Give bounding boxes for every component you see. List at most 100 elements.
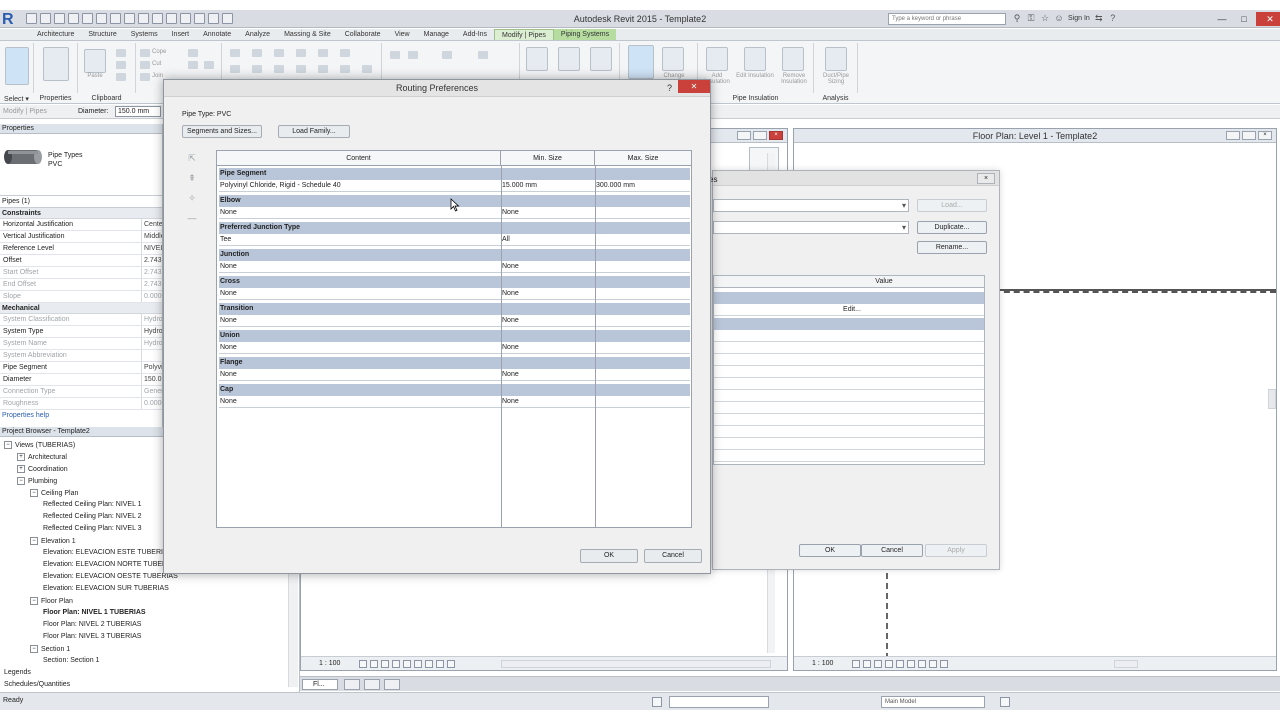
rule-min-size-cell[interactable]: None (501, 315, 595, 326)
temp-hide-icon[interactable] (918, 660, 926, 668)
trim-icon[interactable] (340, 49, 350, 57)
browser-item[interactable]: Reflected Ceiling Plan: NIVEL 3 (43, 525, 142, 532)
rule-content-cell[interactable]: None (219, 261, 501, 272)
rotate-icon[interactable] (274, 65, 284, 73)
rule-row[interactable]: None None (219, 315, 690, 327)
rule-max-size-cell[interactable] (595, 234, 690, 245)
modify-tool-icon[interactable] (5, 47, 29, 85)
sun-path-icon[interactable] (874, 660, 882, 668)
property-value[interactable]: Polyvinyl (142, 362, 162, 373)
model-dropdown[interactable]: Main Model (881, 696, 985, 708)
rule-row[interactable]: None None (219, 288, 690, 300)
property-value[interactable]: 2.743.0 (142, 279, 162, 290)
type-dialog-close-button[interactable]: × (977, 173, 995, 184)
property-value[interactable]: 2.743.0 (142, 255, 162, 266)
browser-item[interactable]: + Coordination (17, 465, 68, 473)
collapse-icon[interactable]: − (30, 597, 38, 605)
shadows-icon[interactable] (392, 660, 400, 668)
browser-item[interactable]: − Section 1 (30, 645, 70, 653)
cut-icon[interactable] (116, 49, 126, 57)
rule-content-cell[interactable]: None (219, 315, 501, 326)
delete-icon[interactable] (362, 65, 372, 73)
property-row[interactable]: Pipe SegmentPolyvinyl (0, 362, 162, 374)
load-button[interactable]: Load... (917, 199, 987, 212)
detail-level-icon[interactable] (359, 660, 367, 668)
type-dropdown[interactable] (713, 221, 909, 234)
add-row-icon[interactable]: ✧ (187, 193, 197, 203)
mirror-pick-icon[interactable] (274, 49, 284, 57)
cope-icon[interactable] (140, 49, 150, 57)
crop-view-icon[interactable] (896, 660, 904, 668)
ribbon-tab[interactable]: Systems (124, 29, 165, 40)
type-ok-button[interactable]: OK (799, 544, 861, 557)
reveal-hidden-icon[interactable] (436, 660, 444, 668)
rule-max-size-cell[interactable]: 300.000 mm (595, 180, 690, 191)
browser-item[interactable]: Section: Section 1 (43, 657, 99, 664)
browser-item[interactable]: Elevation: ELEVACION OESTE TUBERIAS (43, 573, 178, 580)
browser-item[interactable]: Floor Plan: NIVEL 3 TUBERIAS (43, 633, 141, 640)
rule-min-size-cell[interactable]: None (501, 369, 595, 380)
left-view-scale[interactable]: 1 : 100 (319, 660, 340, 667)
rule-row[interactable]: Tee All (219, 234, 690, 246)
copy-element-icon[interactable] (252, 65, 262, 73)
ribbon-tab[interactable]: View (388, 29, 417, 40)
measure-tool-icon[interactable] (408, 51, 418, 59)
offset-icon[interactable] (252, 49, 262, 57)
rule-row[interactable]: None None (219, 342, 690, 354)
rule-max-size-cell[interactable] (595, 396, 690, 407)
edit-insulation-icon[interactable] (744, 47, 766, 71)
property-value[interactable] (142, 350, 162, 361)
property-category[interactable]: Mechanical (0, 303, 162, 314)
browser-item[interactable]: Reflected Ceiling Plan: NIVEL 2 (43, 513, 142, 520)
rule-min-size-cell[interactable]: None (501, 396, 595, 407)
rule-max-size-cell[interactable] (595, 207, 690, 218)
visual-style-icon[interactable] (863, 660, 871, 668)
collapse-icon[interactable]: − (30, 489, 38, 497)
browser-item[interactable]: Legends (4, 669, 31, 676)
property-row[interactable]: Reference LevelNIVEL 1 (0, 243, 162, 255)
match-icon[interactable] (116, 73, 126, 81)
join-icon[interactable] (140, 73, 150, 81)
ribbon-tab[interactable]: Structure (81, 29, 123, 40)
ribbon-tab[interactable]: Analyze (238, 29, 277, 40)
property-row[interactable]: Start Offset2.743.0 (0, 267, 162, 279)
rule-content-cell[interactable]: None (219, 396, 501, 407)
rule-row[interactable]: Polyvinyl Chloride, Rigid - Schedule 40 1… (219, 180, 690, 192)
move-to-top-icon[interactable]: ⇱ (187, 153, 197, 163)
rule-min-size-cell[interactable]: None (501, 207, 595, 218)
ribbon-tab[interactable]: Add-Ins (456, 29, 494, 40)
routing-cancel-button[interactable]: Cancel (644, 549, 702, 563)
cap-icon[interactable] (590, 47, 612, 71)
routing-prefs-edit-cell[interactable]: Edit... (714, 304, 984, 316)
show-crop-icon[interactable] (907, 660, 915, 668)
browser-item[interactable]: + Architectural (17, 453, 67, 461)
left-view-close-button[interactable]: × (769, 131, 783, 140)
ribbon-tab[interactable]: Modify | Pipes (494, 29, 554, 40)
left-view-hscroll[interactable] (501, 660, 771, 668)
view-icon[interactable] (390, 51, 400, 59)
filter-icon[interactable] (1000, 697, 1010, 707)
property-value[interactable]: 0.0000 (142, 398, 162, 409)
key-icon[interactable]: ⚿ (1026, 13, 1036, 23)
split-face-icon[interactable] (204, 61, 214, 69)
worksets-icon[interactable] (652, 697, 662, 707)
connect-into-icon[interactable] (558, 47, 580, 71)
right-view-restore-button[interactable] (1242, 131, 1256, 140)
add-insulation-icon[interactable] (706, 47, 728, 71)
right-view-close-button[interactable]: × (1258, 131, 1272, 140)
duplicate-button[interactable]: Duplicate... (917, 221, 987, 234)
property-value[interactable]: Center (142, 219, 162, 230)
sun-path-icon[interactable] (381, 660, 389, 668)
duct-pipe-sizing-icon[interactable] (825, 47, 847, 71)
help-search-input[interactable]: Type a keyword or phrase (888, 13, 1006, 25)
star-icon[interactable]: ☆ (1040, 13, 1050, 23)
view-tab[interactable]: Fl... (302, 679, 338, 690)
minimize-button[interactable]: — (1212, 12, 1232, 26)
rule-row[interactable]: None None (219, 261, 690, 273)
browser-item[interactable]: Reflected Ceiling Plan: NIVEL 1 (43, 501, 142, 508)
property-row[interactable]: Horizontal JustificationCenter (0, 219, 162, 231)
scale-icon[interactable] (318, 65, 328, 73)
pipe-drawing[interactable] (994, 289, 1276, 293)
property-value[interactable]: Middle (142, 231, 162, 242)
workset-dropdown[interactable] (669, 696, 769, 708)
